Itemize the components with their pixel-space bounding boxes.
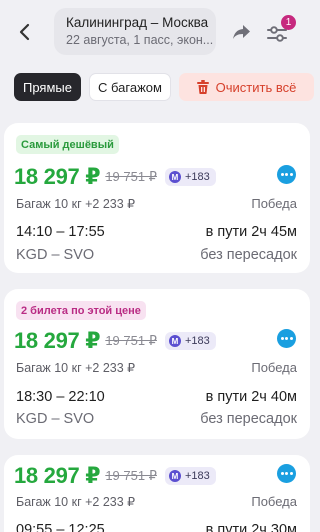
- price-row: 18 297 ₽ 19 751 ₽ M +183: [14, 328, 216, 354]
- airline-name: Победа: [251, 360, 297, 375]
- flight-card[interactable]: Самый дешёвый 18 297 ₽ 19 751 ₽ M +183 Б…: [4, 123, 310, 273]
- flight-duration: в пути 2ч 30м: [205, 522, 297, 532]
- clear-all-button[interactable]: Очистить всё: [179, 73, 314, 101]
- miles-value: +183: [184, 470, 210, 482]
- old-price: 19 751 ₽: [105, 333, 157, 348]
- stops-info: без пересадок: [200, 247, 297, 263]
- miles-icon: M: [168, 335, 181, 347]
- flight-times: 18:30 – 22:10: [16, 389, 105, 405]
- flight-duration: в пути 2ч 45м: [205, 224, 297, 240]
- miles-icon: M: [168, 470, 181, 482]
- price-row: 18 297 ₽ 19 751 ₽ M +183: [14, 164, 216, 190]
- filter-count-badge: 1: [281, 15, 296, 30]
- miles-icon: M: [168, 171, 181, 183]
- airline-name: Победа: [251, 196, 297, 211]
- airline-logo-icon: [277, 464, 296, 483]
- share-arrow-icon: [233, 25, 250, 39]
- miles-value: +183: [184, 335, 210, 347]
- miles-badge: M +183: [164, 467, 216, 485]
- price: 18 297 ₽: [14, 463, 101, 488]
- chevron-left-icon: [19, 23, 30, 41]
- airport-codes: KGD – SVO: [16, 411, 95, 427]
- miles-value: +183: [184, 171, 210, 183]
- share-button[interactable]: [231, 21, 253, 43]
- old-price: 19 751 ₽: [105, 468, 157, 483]
- airline-name: Победа: [251, 494, 297, 509]
- clear-all-label: Очистить всё: [215, 79, 297, 95]
- flight-card[interactable]: 18 297 ₽ 19 751 ₽ M +183 Багаж 10 кг +2 …: [4, 455, 310, 532]
- old-price: 19 751 ₽: [105, 169, 157, 184]
- flight-times: 09:55 – 12:25: [16, 522, 105, 532]
- same-price-badge: 2 билета по этой цене: [16, 301, 146, 320]
- back-button[interactable]: [14, 20, 34, 44]
- baggage-price: Багаж 10 кг +2 233 ₽: [16, 361, 136, 375]
- baggage-price: Багаж 10 кг +2 233 ₽: [16, 197, 136, 211]
- flight-times: 14:10 – 17:55: [16, 224, 105, 240]
- route-subtitle: 22 августа, 1 пасс, экон...: [66, 33, 214, 47]
- price-row: 18 297 ₽ 19 751 ₽ M +183: [14, 463, 216, 489]
- miles-badge: M +183: [164, 168, 216, 186]
- top-bar: Калининград – Москва 22 августа, 1 пасс,…: [0, 0, 314, 64]
- chip-with-baggage[interactable]: С багажом: [89, 73, 171, 101]
- search-summary[interactable]: Калининград – Москва 22 августа, 1 пасс,…: [54, 8, 216, 55]
- flight-card[interactable]: 2 билета по этой цене 18 297 ₽ 19 751 ₽ …: [4, 289, 310, 439]
- price: 18 297 ₽: [14, 328, 101, 353]
- trash-icon: [196, 80, 209, 94]
- airline-logo-icon: [277, 329, 296, 348]
- baggage-price: Багаж 10 кг +2 233 ₽: [16, 495, 136, 509]
- route-title: Калининград – Москва: [66, 15, 209, 30]
- airline-logo-icon: [277, 165, 296, 184]
- chip-direct[interactable]: Прямые: [14, 73, 81, 101]
- price: 18 297 ₽: [14, 164, 101, 189]
- miles-badge: M +183: [164, 332, 216, 350]
- cheapest-badge: Самый дешёвый: [16, 135, 119, 154]
- flight-duration: в пути 2ч 40м: [205, 389, 297, 405]
- stops-info: без пересадок: [200, 411, 297, 427]
- airport-codes: KGD – SVO: [16, 247, 95, 263]
